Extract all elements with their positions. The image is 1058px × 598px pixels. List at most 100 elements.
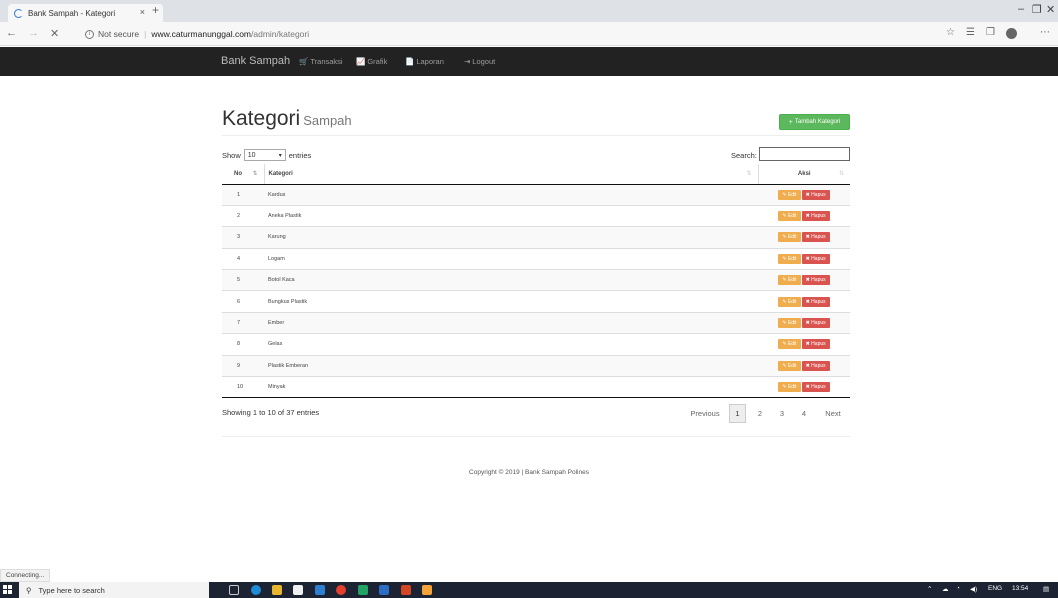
nav-laporan[interactable]: 📄 Laporan	[405, 57, 444, 66]
edit-button[interactable]: ✎ Edit	[778, 211, 801, 222]
delete-button[interactable]: ✖ Hapus	[801, 253, 830, 264]
cell-kategori: Bungkus Plastik	[264, 290, 758, 313]
word-icon[interactable]	[379, 585, 389, 595]
column-header-aksi[interactable]: Aksi ⇅	[757, 164, 850, 185]
back-arrow-icon[interactable]: ←	[6, 27, 17, 39]
cell-no: 3	[222, 226, 264, 249]
powerpoint-icon[interactable]	[401, 585, 411, 595]
windows-taskbar: ⚲ Type here to search ⌃ ☁ ◔ ◀) ENG 13:54…	[0, 582, 1058, 598]
delete-button[interactable]: ✖ Hapus	[801, 339, 830, 350]
edge-browser-icon[interactable]	[251, 585, 261, 595]
cell-kategori: Gelas	[264, 333, 758, 356]
pagination-next[interactable]: Next	[820, 404, 846, 423]
more-menu-icon[interactable]: ⋯	[1040, 27, 1050, 38]
edit-button[interactable]: ✎ Edit	[778, 360, 801, 371]
cell-kategori: Kardus	[264, 183, 758, 206]
edit-button[interactable]: ✎ Edit	[778, 339, 801, 350]
edit-label: Edit	[787, 384, 797, 391]
tray-chevron-icon[interactable]: ⌃	[927, 585, 932, 593]
column-header-label: Kategori	[268, 170, 293, 177]
delete-button[interactable]: ✖ Hapus	[801, 360, 830, 371]
address-bar: ← → ✕ i Not secure | www.caturmanunggal.…	[0, 22, 1058, 46]
add-category-button[interactable]: + Tambah Kategori	[779, 114, 850, 130]
delete-button[interactable]: ✖ Hapus	[801, 382, 830, 393]
edit-button[interactable]: ✎ Edit	[778, 318, 801, 329]
delete-button[interactable]: ✖ Hapus	[801, 296, 830, 307]
edit-button[interactable]: ✎ Edit	[778, 275, 801, 286]
table-info: Showing 1 to 10 of 37 entries	[222, 408, 320, 417]
nav-transaksi[interactable]: 🛒 Transaksi	[299, 57, 343, 66]
info-icon[interactable]: i	[85, 29, 94, 39]
page-title: Kategori Sampah	[222, 107, 352, 131]
edit-button[interactable]: ✎ Edit	[778, 253, 801, 264]
delete-label: Hapus	[811, 298, 826, 305]
table-row: 1 Kardus ✎ Edit ✖ Hapus	[222, 183, 850, 206]
pagination-page-4[interactable]: 4	[797, 404, 811, 423]
edit-button[interactable]: ✎ Edit	[778, 296, 801, 307]
nav-logout[interactable]: ⇥ Logout	[464, 57, 495, 66]
edit-button[interactable]: ✎ Edit	[778, 382, 801, 393]
brand-link[interactable]: Bank Sampah	[221, 55, 290, 67]
browser-tab[interactable]: Bank Sampah - Kategori ×	[8, 4, 163, 22]
search-input[interactable]	[759, 147, 850, 161]
delete-button[interactable]: ✖ Hapus	[801, 232, 830, 243]
mail-icon[interactable]	[315, 585, 325, 595]
delete-button[interactable]: ✖ Hapus	[801, 318, 830, 329]
new-tab-button[interactable]: +	[152, 3, 159, 17]
plus-icon: +	[788, 118, 793, 126]
edit-label: Edit	[787, 298, 797, 305]
loading-spinner-icon	[14, 8, 23, 18]
security-label: Not secure	[98, 29, 140, 39]
pagination-page-2[interactable]: 2	[753, 404, 767, 423]
entries-select[interactable]: 10 ▾	[243, 149, 286, 161]
delete-button[interactable]: ✖ Hapus	[801, 189, 830, 200]
close-window-button[interactable]: ✕	[1046, 3, 1055, 16]
favorite-star-icon[interactable]: ☆	[946, 27, 955, 38]
tab-close-button[interactable]: ×	[140, 7, 145, 17]
stop-loading-icon[interactable]: ✕	[50, 27, 59, 40]
tray-onedrive-icon[interactable]: ☁	[942, 585, 949, 593]
tray-network-icon[interactable]: ◔	[956, 585, 960, 592]
edit-button[interactable]: ✎ Edit	[778, 189, 801, 200]
edit-button[interactable]: ✎ Edit	[778, 232, 801, 243]
forward-arrow-icon[interactable]: →	[28, 27, 39, 39]
delete-button[interactable]: ✖ Hapus	[801, 275, 830, 286]
search-icon: ⚲	[26, 585, 32, 595]
taskbar-search-input[interactable]: ⚲ Type here to search	[19, 582, 209, 598]
delete-button[interactable]: ✖ Hapus	[801, 211, 830, 222]
favorites-bar-icon[interactable]: ☰	[966, 27, 975, 38]
table-row: 5 Botol Kaca ✎ Edit ✖ Hapus	[222, 269, 850, 291]
tray-clock[interactable]: 13:54	[1012, 585, 1028, 592]
app-icon[interactable]	[422, 585, 432, 595]
nav-grafik[interactable]: 📈 Grafik	[356, 57, 387, 66]
cell-aksi: ✎ Edit ✖ Hapus	[758, 183, 850, 206]
table-row: 8 Gelas ✎ Edit ✖ Hapus	[222, 333, 850, 356]
file-explorer-icon[interactable]	[272, 585, 282, 595]
column-header-kategori[interactable]: Kategori ⇅	[263, 164, 758, 185]
profile-avatar[interactable]	[1006, 28, 1017, 39]
edit-label: Edit	[787, 341, 797, 348]
notification-icon[interactable]: ▤	[1043, 585, 1049, 593]
windows-start-icon[interactable]	[3, 585, 13, 595]
column-header-no[interactable]: No ⇅	[222, 164, 264, 185]
tray-volume-icon[interactable]: ◀)	[970, 585, 977, 593]
task-view-icon[interactable]	[229, 585, 239, 595]
tray-language[interactable]: ENG	[988, 585, 1002, 592]
chrome-icon[interactable]	[336, 585, 346, 595]
pagination-previous[interactable]: Previous	[686, 404, 724, 423]
pagination-page-1[interactable]: 1	[729, 404, 746, 423]
footer-divider	[222, 436, 850, 437]
url-field[interactable]: i Not secure | www.caturmanunggal.com/ad…	[85, 26, 309, 42]
store-icon[interactable]	[293, 585, 303, 595]
restore-button[interactable]: ❐	[1032, 3, 1042, 16]
pagination-page-3[interactable]: 3	[775, 404, 789, 423]
excel-icon[interactable]	[358, 585, 368, 595]
edit-label: Edit	[787, 320, 797, 327]
cell-aksi: ✎ Edit ✖ Hapus	[758, 226, 850, 249]
file-icon: 📄	[405, 57, 415, 66]
delete-label: Hapus	[811, 384, 826, 391]
cell-no: 4	[222, 247, 264, 270]
minimize-button[interactable]: –	[1018, 3, 1024, 15]
delete-label: Hapus	[811, 213, 826, 220]
collections-icon[interactable]: ❐	[986, 27, 995, 38]
